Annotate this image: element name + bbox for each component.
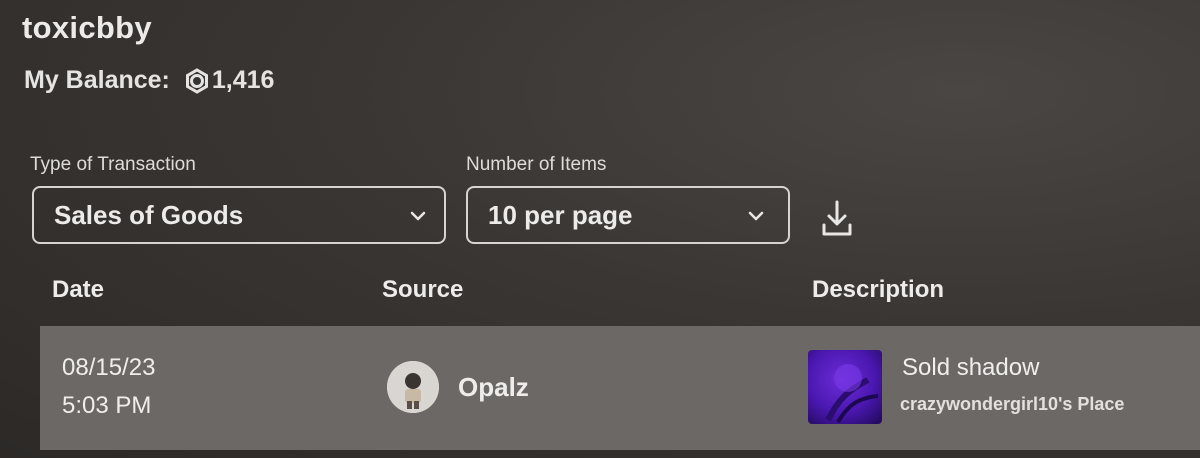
row-date: 08/15/23 [62,354,156,381]
transaction-type-select[interactable]: Sales of Goods [32,186,446,244]
description-place[interactable]: crazywondergirl10's Place [900,394,1124,415]
robux-icon [185,67,208,94]
item-thumbnail-image [825,364,879,424]
transaction-type-value: Sales of Goods [54,199,244,230]
balance-value: 1,416 [211,66,275,94]
items-per-page-select[interactable]: 10 per page [466,186,790,244]
column-header-source: Source [382,276,464,303]
description-title: Sold shadow [902,354,1040,381]
download-icon[interactable] [820,199,854,239]
item-thumbnail[interactable] [808,350,882,424]
row-time: 5:03 PM [62,392,152,419]
table-row: 08/15/23 5:03 PM Opalz Sold shadow crazy… [40,326,1200,450]
column-header-description: Description [812,276,945,303]
chevron-down-icon [748,211,764,221]
balance: My Balance: 1,416 [24,66,274,95]
items-per-page-value: 10 per page [488,199,633,230]
balance-label: My Balance: [24,66,170,94]
avatar-image [387,361,439,413]
column-header-date: Date [52,276,105,303]
username: toxicbby [22,10,152,45]
transaction-type-label: Type of Transaction [30,154,196,175]
chevron-down-icon [410,211,426,221]
avatar[interactable] [387,361,439,413]
items-per-page-label: Number of Items [466,154,607,175]
source-name[interactable]: Opalz [458,372,529,403]
